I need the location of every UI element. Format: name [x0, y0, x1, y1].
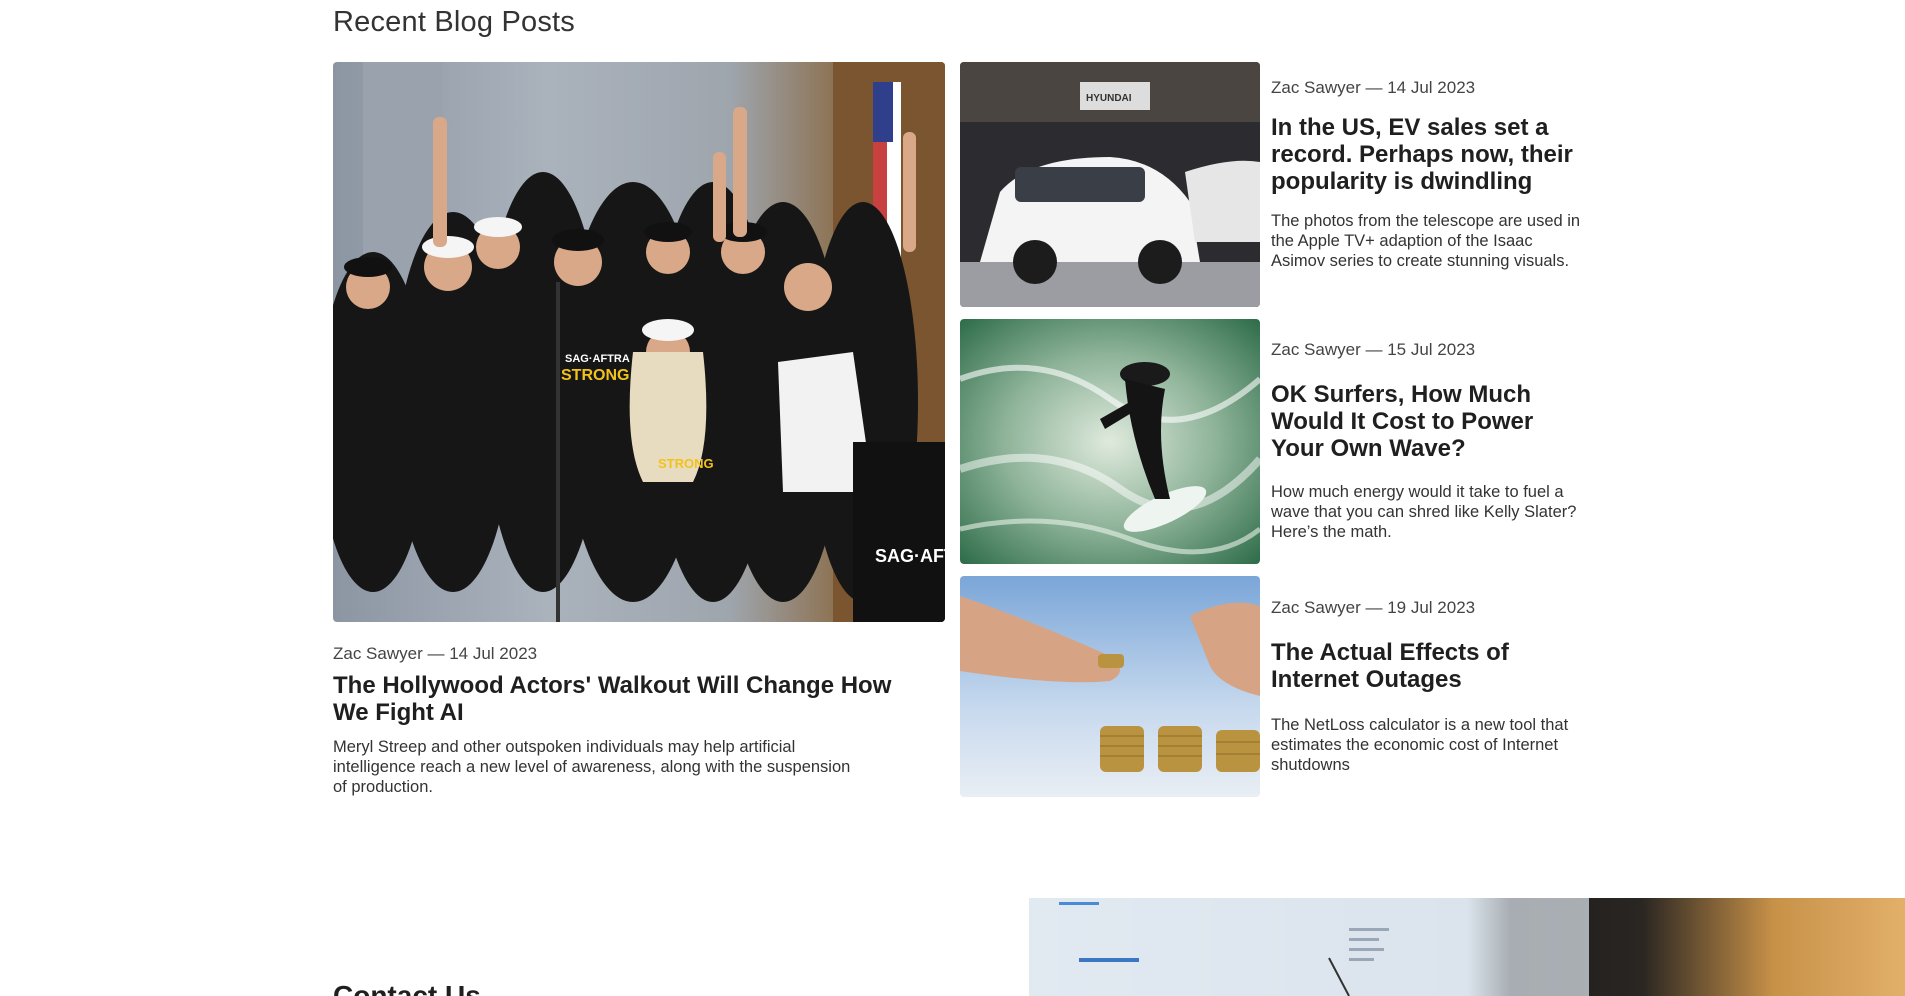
- post-image-coins[interactable]: [960, 576, 1260, 797]
- post-meta: Zac Sawyer — 15 Jul 2023: [1271, 340, 1476, 359]
- post-image-ev[interactable]: HYUNDAI: [960, 62, 1260, 307]
- post-excerpt: The photos from the telescope are used i…: [1271, 212, 1581, 270]
- featured-post-title[interactable]: The Hollywood Actors' Walkout Will Chang…: [333, 672, 903, 726]
- featured-post-excerpt: Meryl Streep and other outspoken individ…: [333, 738, 851, 796]
- page: Recent Blog Posts SAG·AFTRA STRONG STRON…: [0, 0, 1905, 996]
- post-meta: Zac Sawyer — 19 Jul 2023: [1271, 598, 1476, 617]
- brand-sign: HYUNDAI: [1086, 93, 1132, 104]
- section-title: Recent Blog Posts: [333, 6, 575, 38]
- shirt-text: SAG·AFTRA: [565, 353, 630, 365]
- featured-post-image[interactable]: SAG·AFTRA STRONG STRONG SAG·AFT: [333, 62, 945, 622]
- post-image-surf[interactable]: [960, 319, 1260, 564]
- shirt-text-strong-2: STRONG: [658, 456, 714, 471]
- post-title[interactable]: OK Surfers, How Much Would It Cost to Po…: [1271, 381, 1591, 462]
- podium-sign-text: SAG·AFT: [875, 546, 945, 566]
- featured-post-meta: Zac Sawyer — 14 Jul 2023: [333, 644, 538, 663]
- contact-image: [1029, 898, 1905, 996]
- post-title[interactable]: The Actual Effects of Internet Outages: [1271, 639, 1591, 693]
- contact-heading: Contact Us: [333, 980, 481, 996]
- post-excerpt: How much energy would it take to fuel a …: [1271, 483, 1577, 541]
- post-excerpt: The NetLoss calculator is a new tool tha…: [1271, 716, 1569, 774]
- shirt-text-strong: STRONG: [561, 367, 629, 384]
- post-title[interactable]: In the US, EV sales set a record. Perhap…: [1271, 114, 1591, 195]
- post-meta: Zac Sawyer — 14 Jul 2023: [1271, 78, 1476, 97]
